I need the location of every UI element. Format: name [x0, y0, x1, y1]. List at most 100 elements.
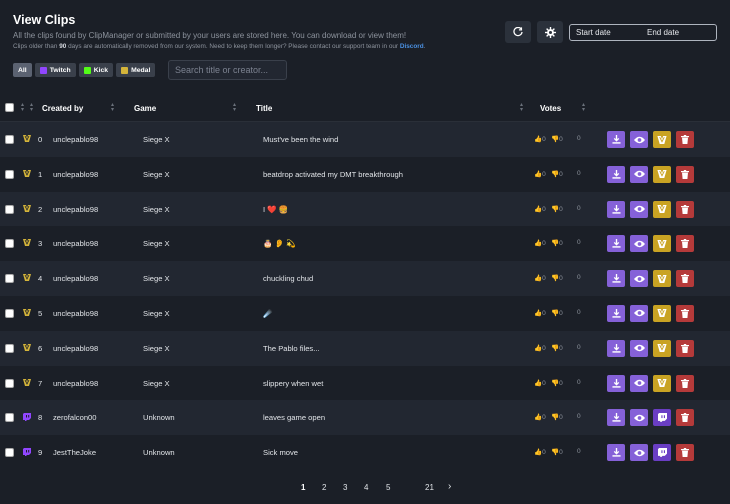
downvote-button[interactable]: 👎0	[551, 344, 563, 352]
filter-all[interactable]: All	[13, 63, 32, 77]
open-on-twitch-button[interactable]	[653, 444, 671, 462]
page-last-button[interactable]: 21	[425, 483, 434, 492]
delete-button[interactable]	[676, 409, 694, 427]
view-button[interactable]	[630, 200, 648, 218]
delete-button[interactable]	[676, 444, 694, 462]
row-checkbox[interactable]	[5, 308, 14, 318]
page-5-button[interactable]: 5	[386, 483, 390, 492]
open-on-medal-button[interactable]	[653, 165, 671, 183]
delete-button[interactable]	[676, 339, 694, 357]
downvote-button[interactable]: 👎0	[551, 379, 563, 387]
sort-votes-icon[interactable]: ▴ ▾	[582, 102, 585, 113]
search-input[interactable]: Search title or creator...	[168, 60, 287, 80]
header-created-by[interactable]: Created by	[42, 104, 83, 113]
downvote-button[interactable]: 👎0	[551, 448, 563, 456]
download-button[interactable]	[607, 235, 625, 253]
refresh-button[interactable]	[505, 21, 531, 43]
delete-button[interactable]	[676, 200, 694, 218]
table-row[interactable]: 1 unclepablo98 Siege X beatdrop activated m…	[0, 157, 730, 192]
delete-button[interactable]	[676, 131, 694, 148]
row-checkbox[interactable]	[5, 135, 14, 144]
settings-button[interactable]	[537, 21, 563, 43]
open-on-medal-button[interactable]	[653, 374, 671, 392]
row-checkbox[interactable]	[5, 343, 14, 353]
sort-index-icon[interactable]: ▴ ▾	[30, 102, 33, 113]
delete-button[interactable]	[676, 374, 694, 392]
delete-button[interactable]	[676, 165, 694, 183]
table-row[interactable]: 9 JestTheJoke Unknown Sick move 👍0 👎0 0	[0, 435, 730, 470]
downvote-button[interactable]: 👎0	[551, 239, 563, 247]
start-date-input[interactable]: Start date	[576, 28, 611, 37]
open-on-medal-button[interactable]	[653, 235, 671, 253]
view-button[interactable]	[630, 409, 648, 427]
upvote-button[interactable]: 👍0	[534, 344, 546, 352]
delete-button[interactable]	[676, 270, 694, 288]
row-checkbox[interactable]	[5, 204, 14, 214]
upvote-button[interactable]: 👍0	[534, 135, 546, 143]
open-on-medal-button[interactable]	[653, 339, 671, 357]
open-on-medal-button[interactable]	[653, 200, 671, 218]
download-button[interactable]	[607, 131, 625, 148]
view-button[interactable]	[630, 444, 648, 462]
table-row[interactable]: 3 unclepablo98 Siege X 🎂 👂 💫 👍0 👎0 0	[0, 226, 730, 261]
date-range-picker[interactable]: Start date End date	[569, 24, 717, 41]
downvote-button[interactable]: 👎0	[551, 205, 563, 213]
open-on-medal-button[interactable]	[653, 270, 671, 288]
page-1-button[interactable]: 1	[301, 483, 305, 492]
table-row[interactable]: 6 unclepablo98 Siege X The Pablo files... 👍0…	[0, 330, 730, 366]
upvote-button[interactable]: 👍0	[534, 413, 546, 421]
downvote-button[interactable]: 👎0	[551, 274, 563, 282]
download-button[interactable]	[607, 444, 625, 462]
upvote-button[interactable]: 👍0	[534, 205, 546, 213]
row-checkbox[interactable]	[5, 413, 14, 423]
row-checkbox[interactable]	[5, 378, 14, 388]
upvote-button[interactable]: 👍0	[534, 239, 546, 247]
view-button[interactable]	[630, 165, 648, 183]
view-button[interactable]	[630, 270, 648, 288]
filter-medal[interactable]: Medal	[116, 63, 156, 77]
table-row[interactable]: 0 unclepablo98 Siege X Must've been the win…	[0, 122, 730, 157]
download-button[interactable]	[607, 339, 625, 357]
open-on-medal-button[interactable]	[653, 304, 671, 322]
sort-created-by-icon[interactable]: ▴ ▾	[111, 102, 114, 113]
page-4-button[interactable]: 4	[364, 483, 368, 492]
upvote-button[interactable]: 👍0	[534, 274, 546, 282]
filter-kick[interactable]: Kick	[78, 63, 114, 77]
download-button[interactable]	[607, 374, 625, 392]
delete-button[interactable]	[676, 235, 694, 253]
open-on-medal-button[interactable]	[653, 131, 671, 148]
view-button[interactable]	[630, 304, 648, 322]
open-on-twitch-button[interactable]	[653, 409, 671, 427]
sort-platform-icon[interactable]: ▴ ▾	[21, 102, 24, 113]
page-2-button[interactable]: 2	[322, 483, 326, 492]
view-button[interactable]	[630, 339, 648, 357]
row-checkbox[interactable]	[5, 274, 14, 284]
header-votes[interactable]: Votes	[540, 104, 561, 113]
upvote-button[interactable]: 👍0	[534, 309, 546, 317]
row-checkbox[interactable]	[5, 169, 14, 179]
delete-button[interactable]	[676, 304, 694, 322]
download-button[interactable]	[607, 304, 625, 322]
sort-title-icon[interactable]: ▴ ▾	[520, 102, 523, 113]
upvote-button[interactable]: 👍0	[534, 379, 546, 387]
header-title[interactable]: Title	[256, 104, 272, 113]
sort-game-icon[interactable]: ▴ ▾	[233, 102, 236, 113]
header-game[interactable]: Game	[134, 104, 156, 113]
view-button[interactable]	[630, 131, 648, 148]
table-row[interactable]: 4 unclepablo98 Siege Xchuckling chud 👍0 👎0 0	[0, 261, 730, 296]
discord-link[interactable]: Discord	[400, 43, 424, 50]
downvote-button[interactable]: 👎0	[551, 413, 563, 421]
download-button[interactable]	[607, 409, 625, 427]
table-row[interactable]: 7 unclepablo98 Siege Xslippery when wet 👍0 👎…	[0, 366, 730, 401]
download-button[interactable]	[607, 270, 625, 288]
page-3-button[interactable]: 3	[343, 483, 347, 492]
filter-twitch[interactable]: Twitch	[34, 63, 76, 77]
download-button[interactable]	[607, 200, 625, 218]
download-button[interactable]	[607, 165, 625, 183]
row-checkbox[interactable]	[5, 448, 14, 458]
upvote-button[interactable]: 👍0	[534, 170, 546, 178]
table-row[interactable]: 5 unclepablo98 Siege X ☄️ 👍0 👎0 0	[0, 296, 730, 331]
row-checkbox[interactable]	[5, 239, 14, 249]
downvote-button[interactable]: 👎0	[551, 170, 563, 178]
select-all-checkbox[interactable]	[5, 103, 14, 112]
